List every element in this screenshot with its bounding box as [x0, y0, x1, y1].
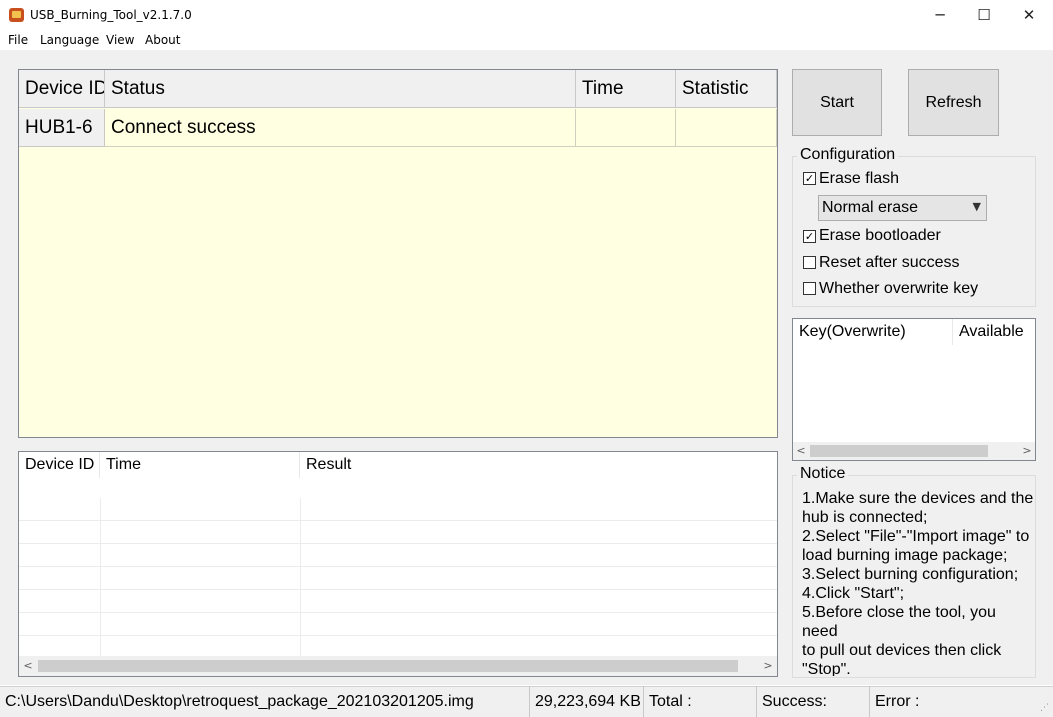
reset-after-success-label[interactable]: Reset after success: [819, 254, 960, 272]
scroll-left-icon[interactable]: <: [19, 659, 37, 672]
row-divider: [100, 613, 101, 636]
refresh-button[interactable]: Refresh: [908, 69, 999, 136]
device-row-time[interactable]: [576, 109, 676, 147]
scroll-right-icon[interactable]: >: [1019, 444, 1035, 457]
menu-file[interactable]: File: [8, 33, 28, 47]
window-title: USB_Burning_Tool_v2.1.7.0: [30, 8, 192, 22]
overwrite-key-label[interactable]: Whether overwrite key: [819, 280, 978, 298]
row-divider: [300, 567, 301, 590]
checkmark-icon: ✓: [804, 230, 815, 243]
status-image-path: C:\Users\Dandu\Desktop\retroquest_packag…: [0, 686, 530, 717]
app-icon: [9, 8, 24, 22]
row-divider: [300, 613, 301, 636]
row-divider: [300, 498, 301, 521]
notice-text: 1.Make sure the devices and the hub is c…: [802, 490, 1034, 676]
device-grid-header-device-id[interactable]: Device ID: [19, 70, 105, 108]
table-row: [19, 521, 777, 544]
minimize-button[interactable]: ─: [917, 0, 963, 30]
row-divider: [100, 590, 101, 613]
row-divider: [300, 544, 301, 567]
result-grid-rows: [19, 498, 777, 659]
row-divider: [100, 521, 101, 544]
table-row: [19, 567, 777, 590]
result-grid-hscrollbar[interactable]: < >: [19, 656, 777, 676]
table-row: [19, 613, 777, 636]
erase-flash-checkbox[interactable]: ✓: [803, 172, 816, 185]
key-grid-header-key[interactable]: Key(Overwrite): [793, 319, 953, 345]
device-grid[interactable]: Device ID Status Time Statistic HUB1-6 C…: [18, 69, 778, 438]
close-button[interactable]: ✕: [1006, 0, 1052, 30]
device-grid-header-time[interactable]: Time: [576, 70, 676, 108]
result-grid-header-result[interactable]: Result: [300, 452, 777, 478]
erase-bootloader-checkbox[interactable]: ✓: [803, 230, 816, 243]
device-row-status[interactable]: Connect success: [105, 109, 576, 147]
row-divider: [100, 544, 101, 567]
notice-label: Notice: [797, 465, 849, 483]
row-divider: [300, 521, 301, 544]
device-grid-header-statistic[interactable]: Statistic: [676, 70, 777, 108]
erase-flash-label[interactable]: Erase flash: [819, 170, 899, 188]
result-grid[interactable]: Device ID Time Result < >: [18, 451, 778, 677]
menu-language[interactable]: Language: [40, 33, 99, 47]
table-row: [19, 544, 777, 567]
device-grid-header-status[interactable]: Status: [105, 70, 576, 108]
status-image-size: 29,223,694 KB: [530, 686, 644, 717]
menu-view[interactable]: View: [106, 33, 134, 47]
configuration-label: Configuration: [797, 146, 899, 164]
chevron-down-icon: ▼: [972, 200, 981, 213]
scroll-thumb[interactable]: [38, 660, 738, 672]
maximize-button[interactable]: ☐: [961, 0, 1007, 30]
key-grid[interactable]: Key(Overwrite) Available < >: [792, 318, 1036, 461]
minimize-icon: ─: [935, 6, 945, 24]
scroll-thumb[interactable]: [810, 445, 988, 457]
status-error: Error :: [875, 693, 920, 710]
key-grid-hscrollbar[interactable]: < >: [793, 442, 1035, 460]
overwrite-key-checkbox[interactable]: [803, 282, 816, 295]
scroll-right-icon[interactable]: >: [759, 659, 777, 672]
start-button[interactable]: Start: [792, 69, 882, 136]
device-row-statistic[interactable]: [676, 109, 777, 147]
key-grid-header-available[interactable]: Available: [953, 319, 1035, 345]
table-row: [19, 498, 777, 521]
erase-mode-select[interactable]: Normal erase ▼: [818, 195, 987, 221]
reset-after-success-checkbox[interactable]: [803, 256, 816, 269]
close-icon: ✕: [1022, 6, 1036, 24]
result-grid-header-device-id[interactable]: Device ID: [19, 452, 100, 478]
erase-mode-value: Normal erase: [822, 199, 919, 216]
device-row-device-id[interactable]: HUB1-6: [19, 109, 105, 147]
status-total: Total :: [644, 686, 757, 717]
maximize-icon: ☐: [977, 6, 991, 24]
checkmark-icon: ✓: [804, 172, 815, 185]
result-grid-header-time[interactable]: Time: [100, 452, 300, 478]
size-grip-icon[interactable]: ⋰: [1040, 704, 1050, 714]
row-divider: [300, 590, 301, 613]
row-divider: [100, 498, 101, 521]
row-divider: [100, 567, 101, 590]
status-success: Success:: [757, 686, 870, 717]
scroll-left-icon[interactable]: <: [793, 444, 809, 457]
erase-bootloader-label[interactable]: Erase bootloader: [819, 227, 941, 245]
table-row: [19, 590, 777, 613]
menu-about[interactable]: About: [145, 33, 180, 47]
